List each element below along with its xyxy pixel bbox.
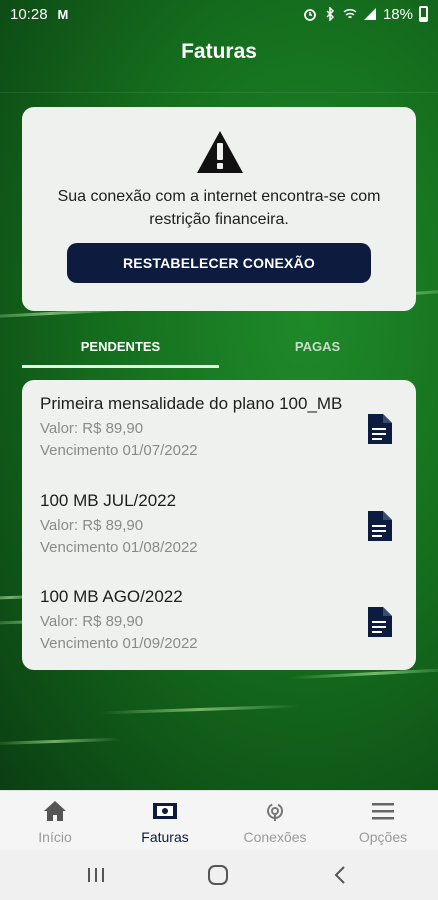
tab-paid[interactable]: PAGAS bbox=[219, 330, 416, 368]
nav-label: Faturas bbox=[141, 829, 189, 845]
nav-item-home[interactable]: Início bbox=[0, 791, 110, 851]
status-icons: 18% bbox=[303, 6, 428, 23]
system-navigation-bar bbox=[0, 850, 438, 900]
connection-icon bbox=[267, 803, 283, 821]
tab-pending[interactable]: PENDENTES bbox=[22, 330, 219, 368]
document-icon[interactable] bbox=[366, 607, 392, 637]
page-title: Faturas bbox=[181, 40, 257, 63]
battery-icon bbox=[419, 6, 428, 22]
nav-label: Início bbox=[38, 829, 72, 845]
background-streak bbox=[100, 704, 300, 715]
bluetooth-icon bbox=[326, 7, 335, 21]
invoice-due-date: Vencimento 01/07/2022 bbox=[40, 442, 198, 459]
signal-icon bbox=[363, 8, 376, 20]
wifi-icon bbox=[343, 8, 357, 19]
back-icon[interactable] bbox=[328, 862, 354, 888]
invoice-icon bbox=[153, 803, 177, 819]
invoice-value: Valor: R$ 89,90 bbox=[40, 420, 144, 437]
document-icon[interactable] bbox=[366, 511, 392, 541]
nav-label: Conexões bbox=[243, 829, 307, 845]
menu-icon bbox=[372, 803, 394, 820]
nav-item-invoices[interactable]: Faturas bbox=[110, 791, 220, 851]
nav-item-options[interactable]: Opções bbox=[328, 791, 438, 851]
invoice-value: Valor: R$ 89,90 bbox=[40, 613, 144, 630]
alarm-icon bbox=[304, 9, 316, 21]
invoice-title: Primeira mensalidade do plano 100_MB bbox=[40, 394, 343, 413]
nav-label: Opções bbox=[358, 829, 408, 845]
invoice-due-date: Vencimento 01/08/2022 bbox=[40, 539, 198, 556]
alert-card: Sua conexão com a internet encontra-se c… bbox=[22, 107, 416, 311]
document-icon[interactable] bbox=[366, 414, 392, 444]
list-item[interactable]: 100 MB AGO/2022 Valor: R$ 89,90 Vencimen… bbox=[22, 573, 416, 663]
status-bar: 10:28 M 18% bbox=[0, 0, 438, 28]
invoice-title: 100 MB JUL/2022 bbox=[40, 491, 177, 510]
warning-icon bbox=[197, 131, 243, 173]
recent-apps-icon[interactable] bbox=[83, 862, 109, 888]
restore-connection-button[interactable]: RESTABELECER CONEXÃO bbox=[67, 243, 371, 283]
notification-icon: M bbox=[57, 6, 69, 22]
invoice-list: Primeira mensalidade do plano 100_MB Val… bbox=[22, 380, 416, 670]
list-item[interactable]: Primeira mensalidade do plano 100_MB Val… bbox=[22, 380, 416, 470]
alert-message: Sua conexão com a internet encontra-se c… bbox=[57, 188, 381, 228]
invoice-value: Valor: R$ 89,90 bbox=[40, 517, 144, 534]
invoice-due-date: Vencimento 01/09/2022 bbox=[40, 635, 198, 652]
status-time: 10:28 bbox=[10, 5, 48, 23]
battery-percentage: 18% bbox=[382, 5, 413, 23]
invoice-tabs: PENDENTES PAGAS bbox=[22, 330, 416, 368]
nav-item-connections[interactable]: Conexões bbox=[220, 791, 330, 851]
list-item[interactable]: 100 MB JUL/2022 Valor: R$ 89,90 Vencimen… bbox=[22, 477, 416, 567]
background-streak bbox=[0, 737, 121, 746]
header-divider bbox=[0, 92, 438, 93]
home-button-icon[interactable] bbox=[205, 862, 231, 888]
invoice-title: 100 MB AGO/2022 bbox=[40, 587, 183, 606]
bottom-navigation: Início Faturas Conexões Opções bbox=[0, 790, 438, 850]
home-icon bbox=[44, 801, 66, 821]
